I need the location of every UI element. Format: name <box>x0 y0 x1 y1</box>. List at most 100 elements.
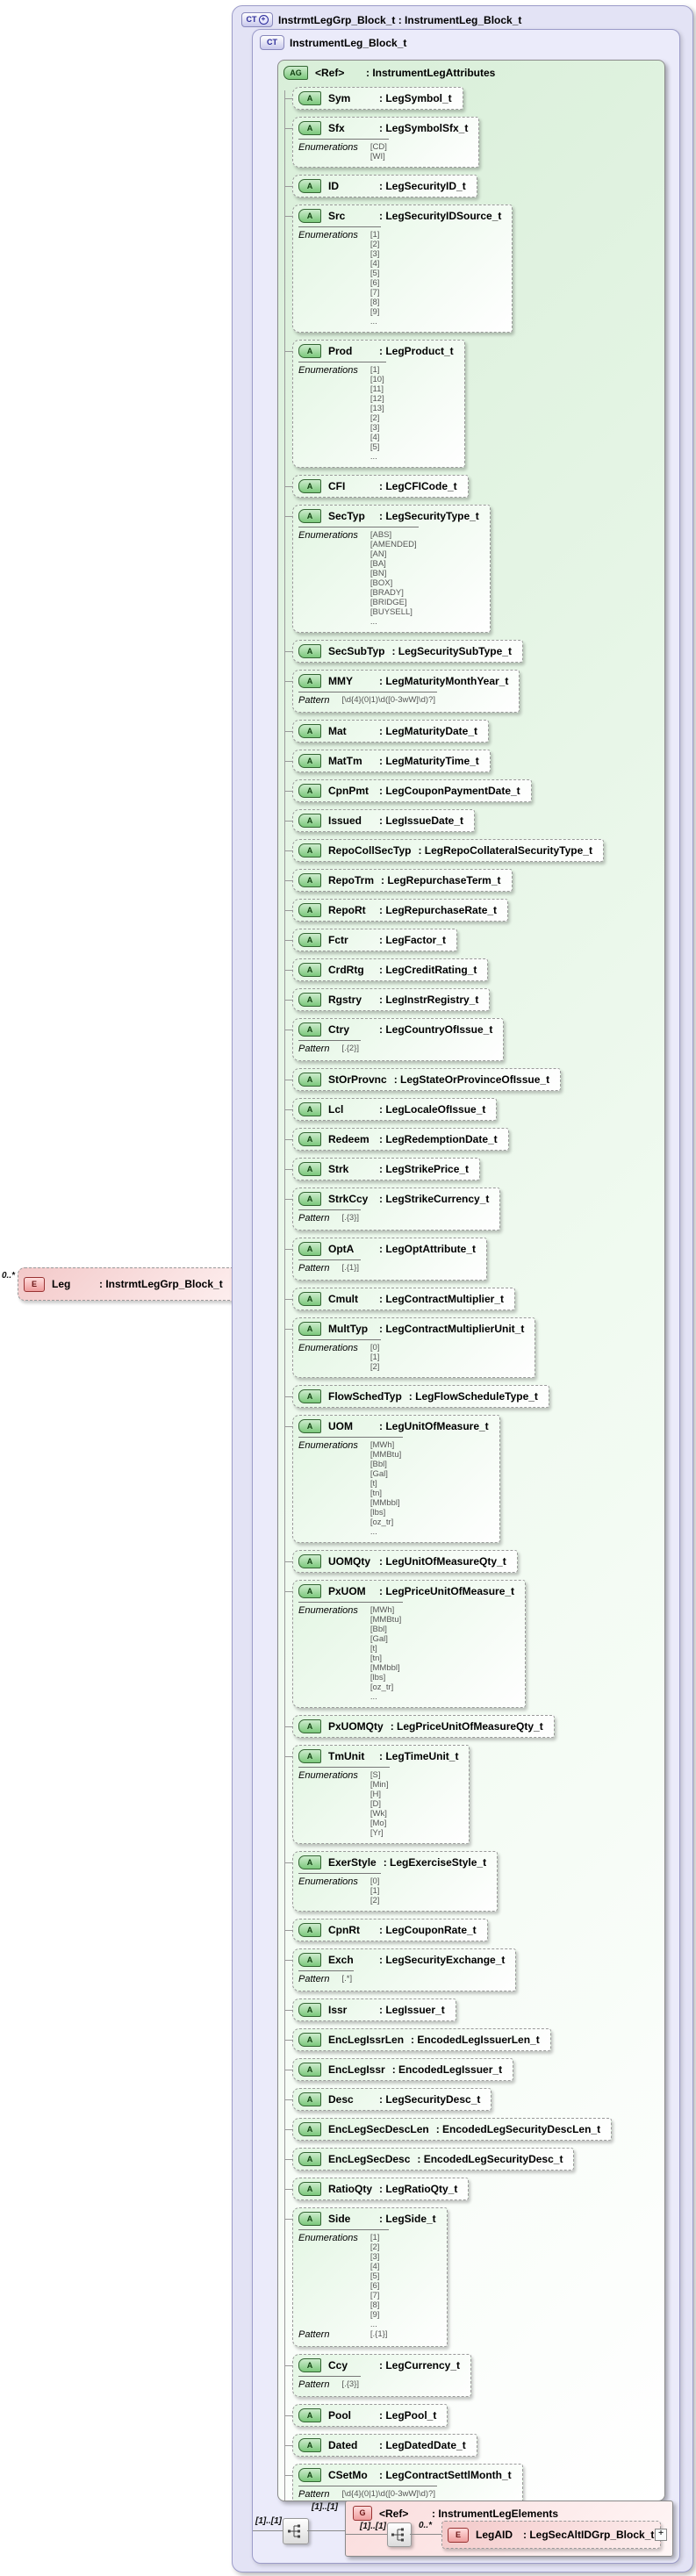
attribute-name: StrkCcy <box>328 1192 369 1205</box>
attribute-PxUOMQty: A PxUOMQty: LegPriceUnitOfMeasureQty_t <box>284 1715 555 1738</box>
attribute-type: : LegIssueDate_t <box>379 814 464 827</box>
attribute-Fctr: A Fctr: LegFactor_t <box>283 929 458 951</box>
facet-row: Enumerations [0] [1] [2] <box>298 1343 379 1372</box>
leg-multiplicity: 0..* <box>2 1271 16 1281</box>
facet-row: Enumerations [MWh] [MMBtu] [Bbl] [Gal] [t] [tn… <box>298 1440 401 1537</box>
outer-title: InstrmtLegGrp_Block_t : InstrumentLeg_Bl… <box>278 13 522 26</box>
attribute-Ctry: A Ctry: LegCountryOfIssue_t Pattern [.{2}] <box>283 1018 505 1061</box>
attribute-icon: A <box>298 1132 321 1146</box>
facet-label: Pattern <box>298 1213 330 1223</box>
attribute-type: : LegMaturityDate_t <box>379 724 478 737</box>
attribute-name: CSetMo <box>328 2468 368 2481</box>
attribute-icon: A <box>298 1855 321 1869</box>
attribute-CSetMo: A CSetMo: LegContractSettlMonth_t Pattern [… <box>284 2464 523 2501</box>
facet-values: [CD] [WI] <box>370 142 387 161</box>
attribute-type: : LegContractMultiplierUnit_t <box>379 1322 525 1335</box>
sequence-icon <box>387 2522 412 2547</box>
attribute-icon: A <box>298 344 321 358</box>
attribute-type: : LegContractMultiplier_t <box>379 1292 505 1305</box>
attribute-name: Ctry <box>328 1023 350 1036</box>
outer-header: CT + InstrmtLegGrp_Block_t : InstrumentLe… <box>241 12 521 27</box>
facet-section: Enumerations [0] [1] [2] <box>298 1873 382 1911</box>
attribute-icon: A <box>298 1554 321 1568</box>
attribute-name: Pool <box>328 2408 351 2422</box>
attribute-icon: A <box>298 2468 321 2482</box>
facet-section: Pattern [.{3}] <box>298 1209 362 1230</box>
attribute-type: : LegIssuer_t <box>379 2003 445 2016</box>
attribute-Dated: A Dated: LegDatedDate_t <box>284 2434 477 2457</box>
attribute-name: ExerStyle <box>328 1855 377 1869</box>
facet-row: Enumerations [MWh] [MMBtu] [Bbl] [Gal] [t] [tn… <box>298 1605 401 1702</box>
facet-row: Enumerations [CD] [WI] <box>298 142 387 161</box>
facet-label: Pattern <box>298 2489 330 2500</box>
attribute-name: Prod <box>328 344 353 357</box>
facet-row: Pattern [.{1}] <box>298 1263 359 1274</box>
attribute-type: : LegRepurchaseTerm_t <box>381 873 501 886</box>
facet-label: Enumerations <box>298 230 358 240</box>
attribute-CpnPmt: A CpnPmt: LegCouponPaymentDate_t <box>284 779 532 802</box>
complextype-icon: CT <box>260 35 284 50</box>
group-instrumentlegelements: G <Ref> : InstrumentLegElements [1]..[1]… <box>345 2501 673 2557</box>
facet-row: Enumerations [ABS] [AMENDED] [AN] [BA] [BN] [B… <box>298 530 417 627</box>
facet-row: Enumerations [1] [2] [3] [4] [5] [6] [7] [8] [9].… <box>298 230 379 326</box>
expand-plus-icon[interactable]: + <box>258 15 269 25</box>
element-icon: E <box>448 2527 469 2543</box>
attribute-EncLegSecDescLen: A EncLegSecDescLen: EncodedLegSecurityDes… <box>283 2118 613 2141</box>
attribute-name: Sfx <box>328 121 345 134</box>
attribute-type: : LegPriceUnitOfMeasure_t <box>379 1584 515 1597</box>
expand-button[interactable]: + <box>655 2529 667 2541</box>
facet-row: Pattern [.*] <box>298 1974 352 1985</box>
attribute-CrdRtg: A CrdRtg: LegCreditRating_t <box>283 958 489 981</box>
connector-line <box>253 2530 283 2531</box>
attribute-type: : LegPool_t <box>379 2408 437 2422</box>
attribute-name: Redeem <box>328 1132 370 1145</box>
attribute-icon: A <box>298 1322 321 1336</box>
attribute-icon: A <box>298 2003 321 2017</box>
facet-section: Enumerations [ABS] [AMENDED] [AN] [BA] [BN] [B… <box>298 527 419 632</box>
attribute-icon: A <box>298 2408 321 2422</box>
attribute-icon: A <box>298 2063 321 2077</box>
facet-label: Enumerations <box>298 1770 358 1781</box>
attribute-name: OptA <box>328 1242 355 1255</box>
group-link-multiplicity: [1]..[1] <box>312 2502 338 2512</box>
attribute-icon: A <box>298 1749 321 1763</box>
facet-row: Pattern [\d{4}(0|1)\d([0-3wW]\d)?] <box>298 2489 435 2501</box>
facet-section: Enumerations [1] [2] [3] [4] [5] [6] [7] [8] [9].… <box>298 226 382 332</box>
attribute-type: : LegUnitOfMeasureQty_t <box>379 1554 506 1568</box>
attribute-group-icon: AG <box>283 66 308 80</box>
attribute-FlowSchedTyp: A FlowSchedTyp: LegFlowScheduleType_t <box>284 1385 549 1408</box>
facet-row: Enumerations [1] [10] [11] [12] [13] [2] [3] [4]… <box>298 365 384 462</box>
attribute-type: : LegMaturityMonthYear_t <box>379 674 509 687</box>
attribute-name: Mat <box>328 724 347 737</box>
attribute-icon: A <box>298 644 321 658</box>
facet-row: Enumerations [0] [1] [2] <box>298 1876 379 1905</box>
attribute-StOrProvnc: A StOrProvnc: LegStateOrProvinceOfIssue_t <box>283 1068 562 1091</box>
attribute-type: : EncodedLegSecurityDescLen_t <box>435 2122 601 2135</box>
attribute-name: Ccy <box>328 2358 348 2371</box>
attribute-name: Rgstry <box>328 993 362 1006</box>
attribute-icon: A <box>298 1953 321 1967</box>
attribute-name: CpnPmt <box>328 784 369 797</box>
attribute-icon: A <box>298 674 321 688</box>
attribute-group-box: AG <Ref> : InstrumentLegAttributes A Sym:… <box>277 60 665 2501</box>
attribute-RatioQty: A RatioQty: LegRatioQty_t <box>283 2178 470 2200</box>
element-type: : InstrmtLegGrp_Block_t <box>99 1278 223 1290</box>
attribute-Sym: A Sym: LegSymbol_t <box>284 87 463 110</box>
facet-values: [.{3}] <box>341 2379 360 2389</box>
facet-values: [MWh] [MMBtu] [Bbl] [Gal] [t] [tn] [MMbbl] [lbs… <box>370 1605 402 1702</box>
attribute-type: : LegCouponPaymentDate_t <box>379 784 520 797</box>
attribute-type: : LegRedemptionDate_t <box>379 1132 498 1145</box>
attribute-name: RepoCollSecTyp <box>328 843 412 857</box>
attribute-icon: A <box>298 963 321 977</box>
attribute-type: : LegSecurityExchange_t <box>379 1953 506 1966</box>
attribute-ExerStyle: A ExerStyle: LegExerciseStyle_t Enumeratio… <box>283 1851 499 1912</box>
attribute-Prod: A Prod: LegProduct_t Enumerations [1] [10] [1… <box>284 340 465 468</box>
attribute-type: : LegSecuritySubType_t <box>391 644 512 657</box>
attribute-type: : LegRatioQty_t <box>379 2182 458 2195</box>
complextype-plus-icon[interactable]: CT + <box>241 12 273 27</box>
attribute-name: SecTyp <box>328 509 365 522</box>
legaid-multiplicity: 0..* <box>419 2521 433 2530</box>
attribute-icon: A <box>298 2438 321 2452</box>
attribute-icon: A <box>298 1242 321 1256</box>
attribute-icon: A <box>298 1292 321 1306</box>
